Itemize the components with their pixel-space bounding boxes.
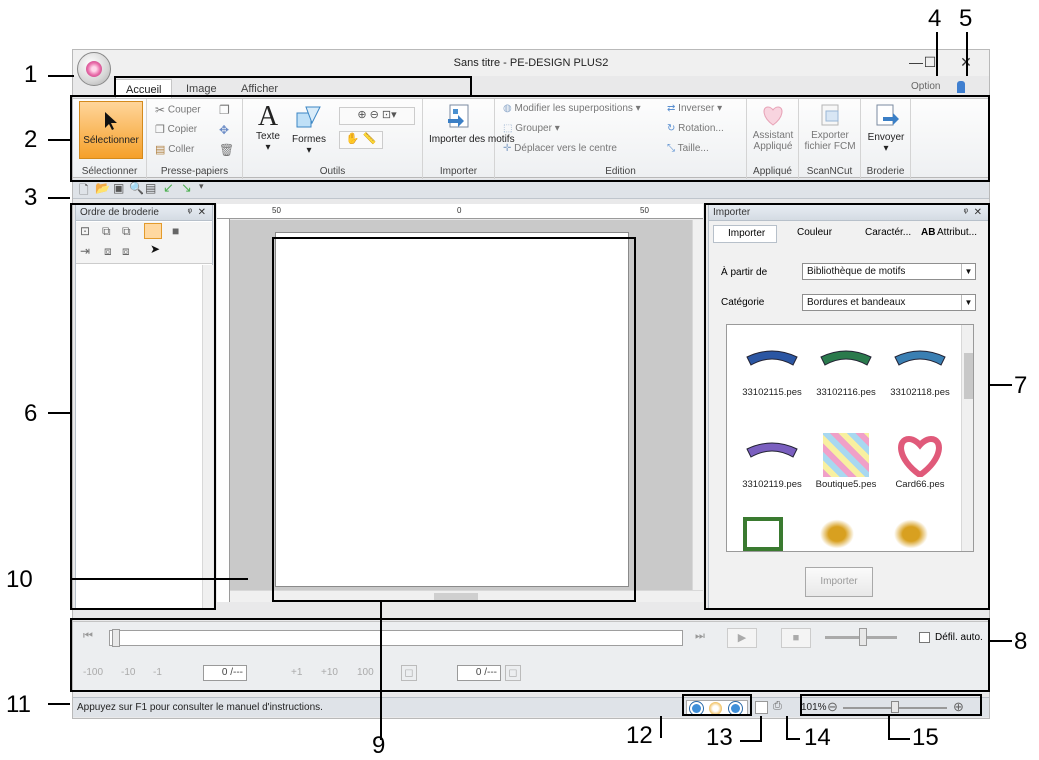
callout-13: 13 [706,724,733,751]
hoop-icon[interactable]: ⎙ [773,700,782,713]
callout-box-design-page [272,237,636,602]
callout-6: 6 [24,400,38,427]
callout-box-tabs [114,76,472,95]
callout-3: 3 [24,184,38,211]
callout-12: 12 [626,722,653,749]
option-menu[interactable]: Option [911,81,940,92]
callout-box-zoom [800,694,982,716]
grid-icon[interactable] [755,701,768,714]
window-title: Sans titre - PE-DESIGN PLUS2 [453,57,609,69]
customize-toolbar-icon[interactable]: ▾ [199,181,204,192]
save-icon[interactable]: ▣ [113,181,124,195]
user-help-icon[interactable] [957,81,965,93]
callout-10: 10 [6,566,33,593]
ruler-label-right: 50 [640,206,649,215]
quick-access-toolbar: 🗋 📂 ▣ 🔍 ▤ ↙ ↘ ▾ [73,179,989,199]
callout-1: 1 [24,61,38,88]
callout-8: 8 [1014,628,1028,655]
callout-box-ribbon [70,95,990,182]
callout-14: 14 [804,724,831,751]
properties-icon[interactable]: ▤ [145,181,156,195]
title-bar: Sans titre - PE-DESIGN PLUS2 — ☐ ✕ [73,50,989,86]
canvas-vertical-scrollbar[interactable] [692,220,703,590]
callout-11: 11 [6,691,31,718]
status-hint: Appuyez sur F1 pour consulter le manuel … [77,702,323,713]
undo-icon[interactable]: ↙ [163,180,174,196]
callout-9: 9 [372,732,386,759]
new-file-icon[interactable]: 🗋 [79,181,89,202]
callout-7: 7 [1014,372,1028,399]
horizontal-ruler: 50 0 50 [217,204,703,219]
callout-15: 15 [912,724,939,751]
callout-box-import-panel [704,203,990,610]
ruler-label-left: 50 [272,206,281,215]
open-folder-icon[interactable]: 📂 [95,181,110,195]
maximize-button[interactable]: ☐ [913,52,947,72]
callout-box-display-modes [682,694,752,716]
vertical-ruler [217,219,230,602]
print-preview-icon[interactable]: 🔍 [129,181,144,195]
ruler-label-zero: 0 [457,206,462,215]
callout-box-simulator [70,618,990,692]
callout-2: 2 [24,126,38,153]
callout-4: 4 [928,5,942,32]
callout-5: 5 [959,5,973,32]
callout-box-order-panel [70,203,216,610]
redo-icon[interactable]: ↘ [181,180,192,196]
